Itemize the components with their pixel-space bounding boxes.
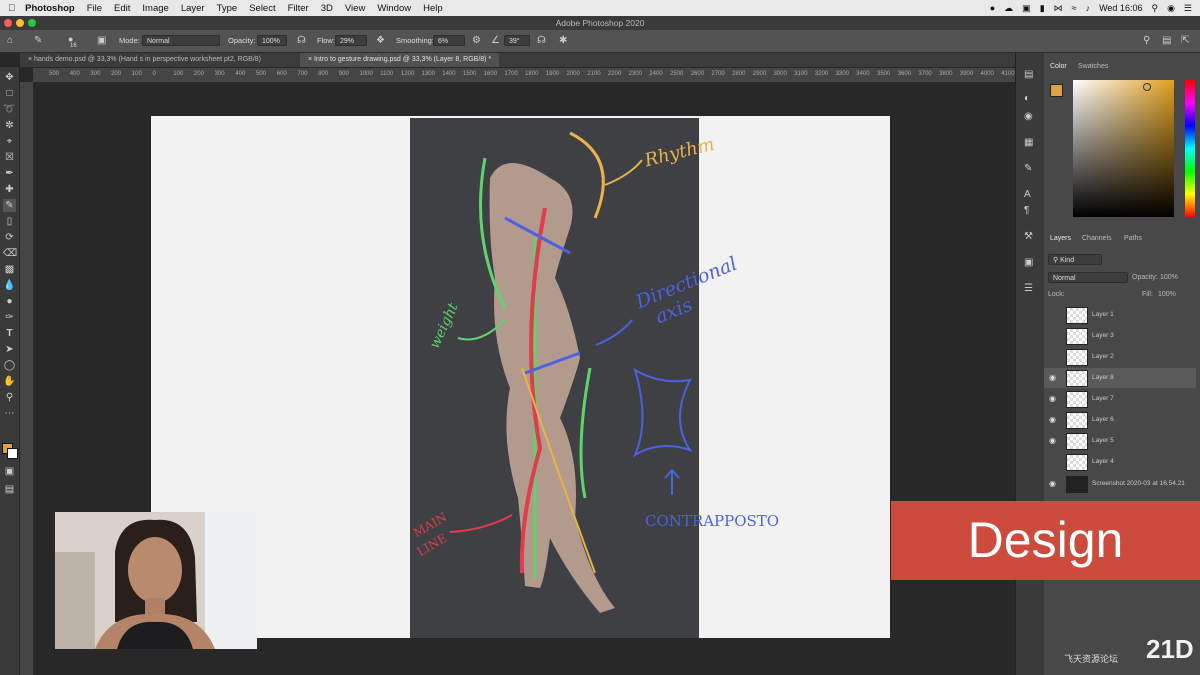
eye-icon[interactable]: ◉ <box>1049 436 1056 445</box>
layer-thumbnail <box>1066 370 1088 387</box>
channel-logo: 21D <box>1146 634 1194 664</box>
blend-mode-select[interactable]: Normal <box>1048 272 1128 283</box>
annotation-contrapposto: CONTRAPPOSTO <box>645 512 780 530</box>
design-banner: Design <box>891 501 1200 580</box>
character-icon[interactable]: A <box>1024 189 1031 201</box>
layer-thumbnail <box>1066 349 1088 366</box>
layer-name: Layer 8 <box>1092 374 1114 381</box>
eye-icon[interactable]: ◉ <box>1049 373 1056 382</box>
hue-slider[interactable] <box>1185 80 1195 217</box>
layer-name: Layer 6 <box>1092 416 1114 423</box>
tab-color[interactable]: Color <box>1050 63 1067 70</box>
eye-icon[interactable]: ◉ <box>1049 415 1056 424</box>
webcam-overlay <box>55 512 257 649</box>
layer-thumbnail <box>1066 307 1088 324</box>
layers-comp-icon[interactable]: ▣ <box>1024 257 1033 269</box>
color-picker-handle[interactable] <box>1143 83 1151 91</box>
color-picker-field[interactable] <box>1073 80 1174 217</box>
layer-thumbnail <box>1066 454 1088 471</box>
presenter-video <box>55 512 257 649</box>
layer-name: Layer 2 <box>1092 353 1114 360</box>
layer-thumbnail <box>1066 476 1088 493</box>
eye-icon[interactable]: ◉ <box>1049 394 1056 403</box>
layer-name: Layer 3 <box>1092 332 1114 339</box>
properties-icon[interactable]: ▦ <box>1024 137 1033 149</box>
layer-name: Screenshot 2020-03 at 16.54.21 <box>1092 480 1185 487</box>
watermark: 飞天资源论坛 <box>1064 654 1119 664</box>
tab-paths[interactable]: Paths <box>1124 235 1142 242</box>
layer-name: Layer 4 <box>1092 458 1114 465</box>
tools-panel-icon[interactable]: ⚒ <box>1024 231 1033 243</box>
layer-thumbnail <box>1066 412 1088 429</box>
layer-row[interactable]: Layer 2 <box>1044 347 1196 367</box>
layer-name: Layer 7 <box>1092 395 1114 402</box>
tab-channels[interactable]: Channels <box>1082 235 1112 242</box>
adjustments-icon[interactable]: ◐ <box>1024 93 1030 105</box>
layer-opacity-value[interactable]: 100% <box>1160 274 1178 281</box>
layer-row[interactable]: ◉ Layer 7 <box>1044 389 1196 409</box>
color-panel-foreground[interactable] <box>1050 84 1063 97</box>
lock-label: Lock: <box>1048 291 1065 298</box>
layer-row[interactable]: Layer 3 <box>1044 326 1196 346</box>
filter-label: Kind <box>1060 257 1075 264</box>
fill-value[interactable]: 100% <box>1158 291 1176 298</box>
brush-settings-panel-icon[interactable]: ✎ <box>1024 163 1032 175</box>
paragraph-icon[interactable]: ¶ <box>1024 205 1029 217</box>
layer-name: Layer 5 <box>1092 437 1114 444</box>
channels-icon[interactable]: ☰ <box>1024 283 1033 295</box>
fill-label: Fill: <box>1142 291 1153 298</box>
layer-name: Layer 1 <box>1092 311 1114 318</box>
layer-row[interactable]: ◉ Layer 8 <box>1044 368 1196 388</box>
tab-layers[interactable]: Layers <box>1050 235 1071 242</box>
layer-row[interactable]: Layer 4 <box>1044 452 1196 472</box>
tab-swatches[interactable]: Swatches <box>1078 63 1108 70</box>
layer-thumbnail <box>1066 328 1088 345</box>
panel-icon-strip: ▤ ◐ ◉ ▦ ✎ A ¶ ⚒ ▣ ☰ <box>1015 53 1045 675</box>
layer-row[interactable]: Layer 1 <box>1044 305 1196 325</box>
layer-row[interactable]: ◉ Screenshot 2020-03 at 16.54.21 <box>1044 474 1196 494</box>
history-icon[interactable]: ▤ <box>1024 69 1033 81</box>
layer-thumbnail <box>1066 391 1088 408</box>
layer-row[interactable]: ◉ Layer 5 <box>1044 431 1196 451</box>
layer-thumbnail <box>1066 433 1088 450</box>
layer-filter-select[interactable]: ⚲ Kind <box>1048 254 1102 265</box>
eye-icon[interactable]: ◉ <box>1049 479 1056 488</box>
layer-row[interactable]: ◉ Layer 6 <box>1044 410 1196 430</box>
libraries-icon[interactable]: ◉ <box>1024 111 1033 123</box>
opacity-label: Opacity: <box>1132 274 1158 281</box>
